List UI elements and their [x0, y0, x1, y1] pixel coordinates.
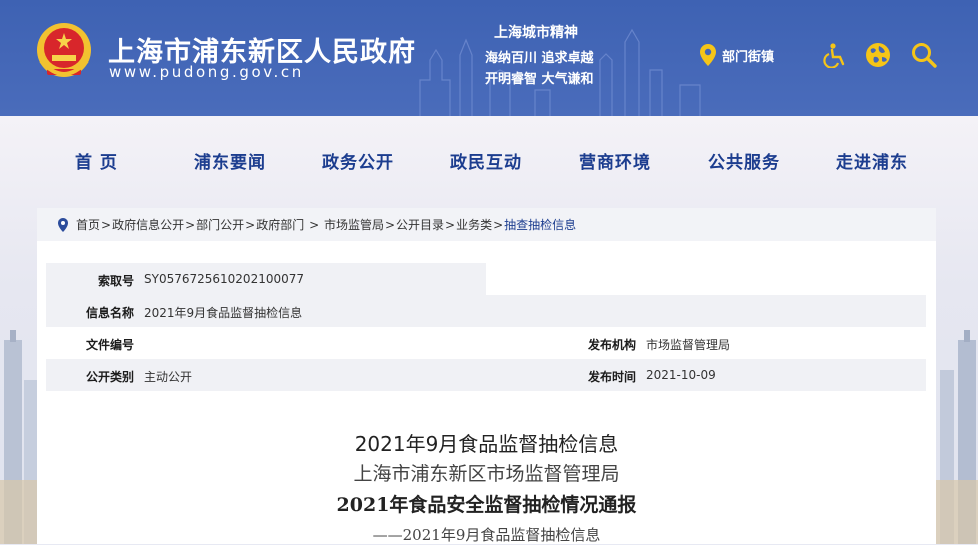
- breadcrumb-separator: >: [245, 217, 256, 232]
- location-pin-icon: [700, 44, 716, 66]
- nav-item-about-pudong[interactable]: 走进浦东: [836, 148, 908, 173]
- main-nav: 首 页 浦东要闻 政务公开 政民互动 营商环境 公共服务 走进浦东: [0, 116, 978, 202]
- location-pin-icon: [58, 217, 68, 232]
- nav-item-news[interactable]: 浦东要闻: [194, 148, 266, 173]
- breadcrumb-separator: >: [445, 217, 456, 232]
- breadcrumb-catalog[interactable]: 公开目录: [396, 216, 444, 233]
- city-spirit-line: 海纳百川 追求卓越: [485, 51, 594, 66]
- article-report-title: 2021年食品安全监督抽检情况通报: [336, 494, 637, 516]
- issuing-org-label: 发布机构: [587, 338, 636, 352]
- accessibility-icon[interactable]: [821, 42, 847, 68]
- index-value: SY0576725610202100077: [144, 272, 305, 286]
- city-skyline-right: [936, 330, 978, 544]
- article-title: 2021年9月食品监督抽检信息: [354, 432, 619, 456]
- breadcrumb-separator: >: [384, 217, 396, 232]
- disclosure-type-value: 主动公开: [144, 370, 193, 384]
- department-town-label: 部门街镇: [722, 49, 775, 65]
- nav-item-gov-disclosure[interactable]: 政务公开: [322, 148, 394, 173]
- breadcrumb-separator: >: [493, 217, 504, 232]
- breadcrumb-home[interactable]: 首页: [76, 216, 100, 233]
- index-label: 索取号: [97, 274, 134, 288]
- globe-icon[interactable]: [865, 42, 891, 68]
- article-subheading: ——2021年9月食品监督抽检信息: [372, 526, 601, 544]
- breadcrumb-gov-depts[interactable]: 政府部门: [256, 216, 308, 233]
- city-skyline-left: [0, 330, 40, 544]
- breadcrumb-separator: >: [185, 217, 196, 232]
- city-spirit-title: 上海城市精神: [494, 25, 578, 41]
- publish-date-value: 2021-10-09: [646, 368, 716, 382]
- department-town-link[interactable]: 部门街镇: [700, 44, 774, 66]
- breadcrumb-business[interactable]: 业务类: [456, 216, 492, 233]
- nav-item-interaction[interactable]: 政民互动: [450, 148, 522, 173]
- breadcrumb-dept-disclosure[interactable]: 部门公开: [196, 216, 244, 233]
- publish-date-label: 发布时间: [587, 370, 636, 384]
- nav-item-home[interactable]: 首 页: [75, 148, 118, 173]
- info-row-doc: 文件编号 发布机构 市场监督管理局: [46, 327, 926, 359]
- disclosure-type-label: 公开类别: [85, 370, 134, 384]
- info-name-value: 2021年9月食品监督抽检信息: [144, 306, 303, 320]
- info-row-index: 索取号 SY0576725610202100077: [46, 263, 486, 295]
- breadcrumb: 首页 > 政府信息公开 > 部门公开 > 政府部门 > 市场监管局 > 公开目录 > 业务…: [37, 208, 936, 241]
- info-row-name: 信息名称 2021年9月食品监督抽检信息: [46, 295, 926, 327]
- breadcrumb-current[interactable]: 抽查抽检信息: [504, 216, 576, 233]
- doc-number-label: 文件编号: [85, 338, 134, 352]
- info-name-label: 信息名称: [85, 306, 134, 320]
- content-panel: 首页 > 政府信息公开 > 部门公开 > 政府部门 > 市场监管局 > 公开目录 > 业务…: [37, 208, 936, 544]
- breadcrumb-separator: >: [101, 217, 112, 232]
- breadcrumb-separator: >: [309, 217, 320, 232]
- national-emblem-icon: [37, 23, 91, 77]
- info-row-type: 公开类别 主动公开 发布时间 2021-10-09: [46, 359, 926, 391]
- site-url: www.pudong.gov.cn: [109, 63, 304, 81]
- issuing-org-value: 市场监督管理局: [646, 338, 731, 352]
- city-spirit-line: 开明睿智 大气谦和: [485, 72, 594, 87]
- article-issuer: 上海市浦东新区市场监督管理局: [353, 463, 620, 485]
- search-icon[interactable]: [911, 42, 937, 68]
- breadcrumb-gov-info[interactable]: 政府信息公开: [112, 216, 184, 233]
- breadcrumb-market-bureau[interactable]: 市场监管局: [320, 216, 384, 233]
- site-header: 上海市浦东新区人民政府 www.pudong.gov.cn 上海城市精神 海纳百…: [0, 0, 978, 116]
- nav-item-business[interactable]: 营商环境: [579, 148, 651, 173]
- nav-item-public-service[interactable]: 公共服务: [708, 148, 780, 173]
